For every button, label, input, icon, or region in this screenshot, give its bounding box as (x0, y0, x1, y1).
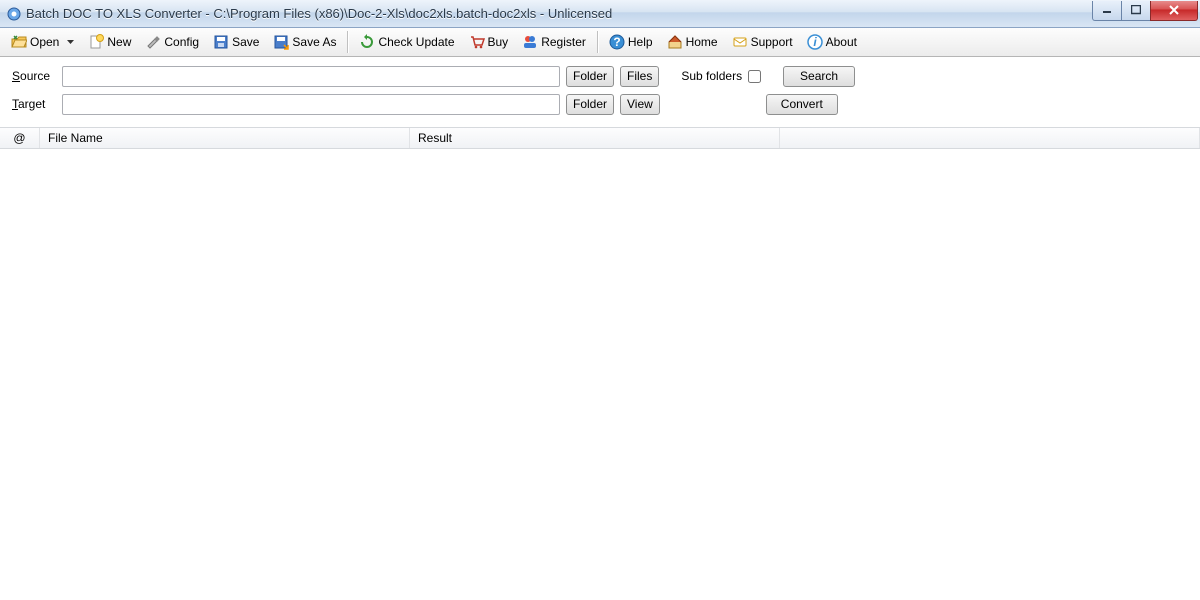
support-button[interactable]: Support (725, 31, 800, 53)
new-button[interactable]: New (81, 31, 138, 53)
column-header-empty (780, 128, 1200, 148)
window-title: Batch DOC TO XLS Converter - C:\Program … (26, 6, 1093, 21)
folder-open-icon (11, 34, 27, 50)
target-folder-button[interactable]: Folder (566, 94, 614, 115)
app-icon (6, 6, 22, 22)
source-files-button[interactable]: Files (620, 66, 659, 87)
target-input[interactable] (62, 94, 560, 115)
sub-folders-label: Sub folders (681, 69, 742, 83)
save-label: Save (232, 35, 259, 49)
new-file-icon (88, 34, 104, 50)
table-body (0, 149, 1200, 589)
buy-button[interactable]: Buy (462, 31, 516, 53)
about-button[interactable]: i About (800, 31, 864, 53)
register-button[interactable]: Register (515, 31, 593, 53)
home-label: Home (686, 35, 718, 49)
about-label: About (826, 35, 857, 49)
source-input[interactable] (62, 66, 560, 87)
register-label: Register (541, 35, 586, 49)
help-button[interactable]: ? Help (602, 31, 660, 53)
chevron-down-icon (67, 40, 74, 44)
close-button[interactable] (1150, 1, 1198, 21)
window-controls (1093, 1, 1200, 21)
maximize-button[interactable] (1121, 1, 1151, 21)
target-row: Target Folder View Convert (12, 93, 1188, 115)
support-label: Support (751, 35, 793, 49)
convert-button[interactable]: Convert (766, 94, 838, 115)
toolbar: Open New Config Save Save As Check Updat… (0, 28, 1200, 57)
new-label: New (107, 35, 131, 49)
save-as-label: Save As (292, 35, 336, 49)
check-update-label: Check Update (378, 35, 454, 49)
toolbar-separator (347, 31, 348, 53)
buy-label: Buy (488, 35, 509, 49)
source-folder-button[interactable]: Folder (566, 66, 614, 87)
register-icon (522, 34, 538, 50)
source-row: Source Folder Files Sub folders Search (12, 65, 1188, 87)
column-header-result[interactable]: Result (410, 128, 780, 148)
search-button[interactable]: Search (783, 66, 855, 87)
support-icon (732, 34, 748, 50)
sub-folders-checkbox[interactable] (748, 70, 761, 83)
source-label: Source (12, 69, 56, 83)
save-button[interactable]: Save (206, 31, 266, 53)
table-header: @ File Name Result (0, 127, 1200, 149)
target-label: Target (12, 97, 56, 111)
refresh-icon (359, 34, 375, 50)
svg-text:?: ? (613, 35, 620, 49)
config-label: Config (164, 35, 199, 49)
titlebar: Batch DOC TO XLS Converter - C:\Program … (0, 0, 1200, 28)
save-icon (213, 34, 229, 50)
help-icon: ? (609, 34, 625, 50)
config-icon (145, 34, 161, 50)
config-button[interactable]: Config (138, 31, 206, 53)
minimize-button[interactable] (1092, 1, 1122, 21)
target-view-button[interactable]: View (620, 94, 660, 115)
toolbar-separator (597, 31, 598, 53)
open-label: Open (30, 35, 59, 49)
home-icon (667, 34, 683, 50)
save-as-icon (273, 34, 289, 50)
check-update-button[interactable]: Check Update (352, 31, 461, 53)
help-label: Help (628, 35, 653, 49)
home-button[interactable]: Home (660, 31, 725, 53)
form-area: Source Folder Files Sub folders Search T… (0, 57, 1200, 127)
open-button[interactable]: Open (4, 31, 81, 53)
save-as-button[interactable]: Save As (266, 31, 343, 53)
column-header-filename[interactable]: File Name (40, 128, 410, 148)
column-header-at[interactable]: @ (0, 128, 40, 148)
info-icon: i (807, 34, 823, 50)
cart-icon (469, 34, 485, 50)
